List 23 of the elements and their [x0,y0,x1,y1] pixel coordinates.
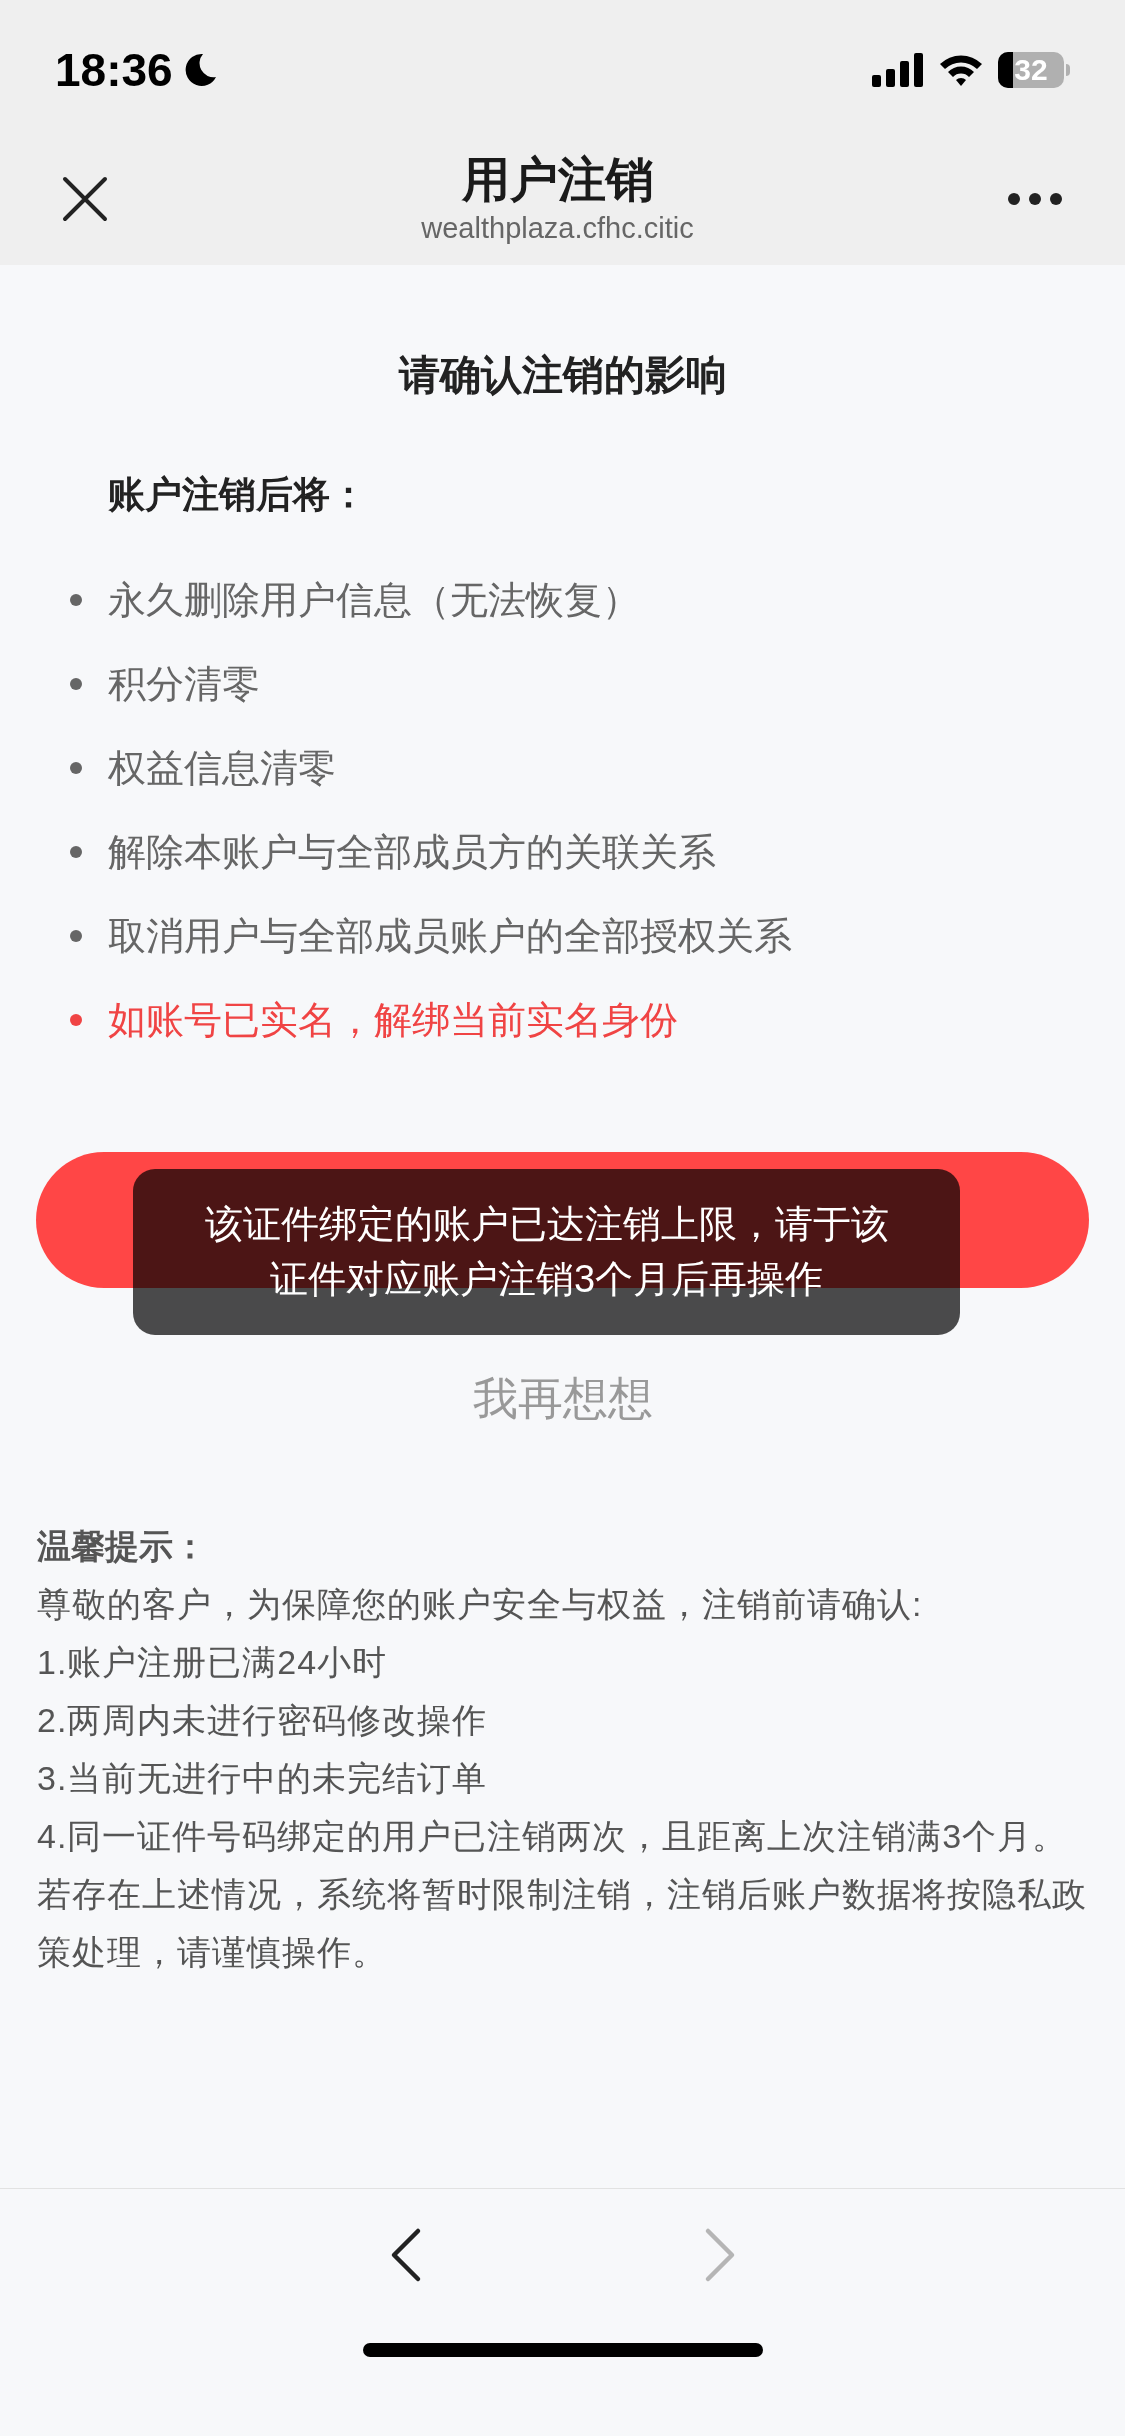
error-toast: 该证件绑定的账户已达注销上限，请于该证件对应账户注销3个月后再操作 [133,1169,960,1335]
effect-item: 永久删除用户信息（无法恢复） [108,577,640,623]
effect-item: 解除本账户与全部成员方的关联关系 [108,829,716,875]
page-url: wealthplaza.cfhc.citic [421,211,694,247]
wifi-icon [938,53,984,87]
battery-fill [998,52,1013,88]
battery-level: 32 [1014,55,1048,85]
tip-text: 尊敬的客户，为保障您的账户安全与权益，注销前请确认: [37,1583,924,1625]
cancel-button[interactable]: 我再想想 [448,1365,677,1433]
tip-text: 1.账户注册已满24小时 [37,1641,389,1683]
effect-item: 积分清零 [108,661,260,707]
tip-text: 4.同一证件号码绑定的用户已注销两次，且距离上次注销满3个月。若存在上述情况，系统将暂时限制注销，注销后账户数据将按隐私政策处理，请谨慎操作。 [37,1815,1088,1973]
tip-text: 2.两周内未进行密码修改操作 [37,1699,489,1741]
section-heading: 请确认注销的影响 [397,351,728,400]
status-time: 18:36 [55,42,173,98]
tip-text: 3.当前无进行中的未完结订单 [37,1757,489,1799]
effect-item: 取消用户与全部成员账户的全部授权关系 [108,913,792,959]
page-title: 用户注销 [461,152,654,209]
signal-icon [872,53,924,87]
tips-title: 温馨提示： [37,1525,208,1567]
effects-title: 账户注销后将： [108,472,368,517]
effect-item: 如账号已实名，解绑当前实名身份 [108,997,678,1043]
effect-item: 权益信息清零 [108,745,336,791]
